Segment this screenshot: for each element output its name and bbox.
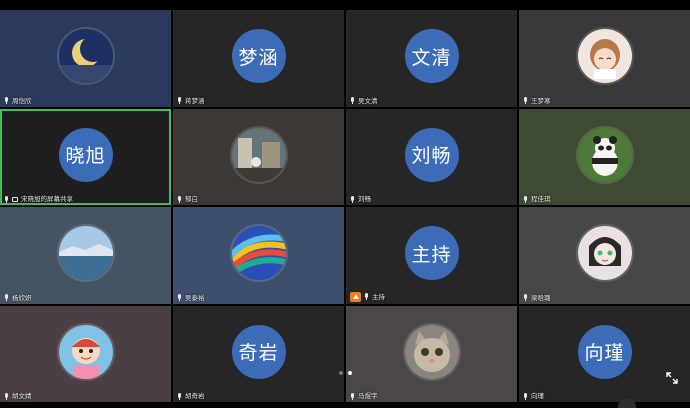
participant-name: 周恺欣 [12, 96, 32, 105]
fullscreen-icon[interactable] [666, 372, 678, 384]
participant-name: 向瑾 [531, 392, 544, 400]
participant-tile[interactable]: 梁晗璐 [519, 207, 690, 304]
video-grid: 周恺欣 梦涵 蒋梦涵 文清 吴文清 王梦寒 晓旭 宋晓旭的屏幕共享 郁白 刘畅 刘畅 程佳琪 杨欣妍 吴泰… [0, 10, 690, 402]
participant-tile[interactable]: 周恺欣 [0, 10, 171, 107]
microphone-icon [177, 195, 182, 203]
participant-tile[interactable]: 郁白 [173, 108, 344, 205]
participant-name: 王梦寒 [531, 96, 551, 105]
microphone-icon [523, 97, 528, 104]
microphone-icon [177, 392, 182, 400]
participant-name: 吴泰裕 [185, 293, 205, 302]
page-dot-1[interactable] [339, 371, 343, 375]
participant-tile[interactable]: 王梦寒 [519, 10, 690, 107]
participant-tile[interactable]: 程佳琪 [519, 108, 690, 205]
participant-label: 郁白 [177, 195, 198, 203]
microphone-icon [4, 97, 9, 104]
avatar-initials: 梦涵 [231, 29, 286, 84]
page-dot-2[interactable] [348, 371, 352, 375]
participant-tile[interactable]: 主持 主持 [346, 207, 517, 304]
participant-label: 胡文婧 [4, 392, 32, 400]
microphone-icon [350, 97, 355, 104]
participant-label: 程佳琪 [523, 195, 551, 203]
participant-tile[interactable]: 刘畅 刘畅 [346, 108, 517, 205]
avatar-initials: 主持 [404, 226, 459, 281]
participant-tile[interactable]: 晓旭宋晓旭的屏幕共享 [0, 108, 171, 205]
participant-label: 杨欣妍 [4, 294, 32, 302]
microphone-icon [177, 97, 182, 104]
microphone-icon [4, 392, 9, 400]
avatar-initials: 文清 [404, 29, 459, 84]
participant-name: 主持 [372, 292, 385, 301]
participant-label: 吴文清 [350, 97, 378, 105]
participant-label: 胡奇岩 [177, 392, 205, 400]
participant-name: 程佳琪 [531, 195, 551, 203]
participant-tile[interactable]: 胡文婧 [0, 305, 171, 402]
participant-tile[interactable]: 马煜宇 [346, 305, 517, 402]
avatar-image [229, 125, 288, 184]
participant-name: 蒋梦涵 [185, 96, 205, 105]
avatar-initials: 晓旭 [58, 127, 113, 182]
avatar-image [575, 125, 634, 184]
participant-tile[interactable]: 杨欣妍 [0, 207, 171, 304]
participant-name: 胡奇岩 [185, 392, 205, 400]
host-badge-icon [350, 291, 361, 302]
avatar-image [575, 27, 634, 86]
microphone-icon [364, 293, 369, 300]
microphone-icon [177, 294, 182, 301]
avatar-initials: 刘畅 [404, 127, 459, 182]
participant-name: 刘畅 [358, 195, 371, 203]
participant-name: 马煜宇 [358, 392, 378, 400]
screen-share-icon [12, 196, 18, 202]
avatar-image [402, 322, 461, 381]
participant-name: 杨欣妍 [12, 293, 32, 302]
participant-tile[interactable]: 吴泰裕 [173, 207, 344, 304]
participant-label: 主持 [350, 291, 385, 302]
participant-label: 宋晓旭的屏幕共享 [4, 195, 73, 203]
microphone-icon [4, 195, 9, 203]
participant-tile[interactable]: 奇岩胡奇岩 [173, 305, 344, 402]
avatar-image [575, 224, 634, 283]
participant-tile[interactable]: 向瑾 向瑾 [519, 305, 690, 402]
avatar-initials: 奇岩 [231, 324, 286, 379]
microphone-icon [523, 195, 528, 203]
microphone-icon [350, 195, 355, 203]
participant-label: 周恺欣 [4, 97, 32, 105]
avatar-image [229, 224, 288, 283]
avatar-initials: 向瑾 [577, 324, 632, 379]
participant-label: 向瑾 [523, 392, 544, 400]
participant-label: 马煜宇 [350, 392, 378, 400]
participant-name: 郁白 [185, 195, 198, 203]
participant-name: 胡文婧 [12, 392, 32, 400]
participant-tile[interactable]: 梦涵蒋梦涵 [173, 10, 344, 107]
participant-name: 宋晓旭的屏幕共享 [21, 195, 73, 203]
avatar-image [56, 322, 115, 381]
microphone-icon [350, 392, 355, 400]
avatar-image [56, 27, 115, 86]
participant-label: 王梦寒 [523, 97, 551, 105]
participant-label: 蒋梦涵 [177, 97, 205, 105]
participant-tile[interactable]: 文清吴文清 [346, 10, 517, 107]
microphone-icon [523, 294, 528, 301]
page-indicator[interactable] [339, 371, 352, 375]
participant-name: 吴文清 [358, 96, 378, 105]
microphone-icon [523, 392, 528, 400]
participant-label: 吴泰裕 [177, 294, 205, 302]
participant-name: 梁晗璐 [531, 293, 551, 302]
participant-label: 刘畅 [350, 195, 371, 203]
microphone-icon [4, 294, 9, 301]
participant-label: 梁晗璐 [523, 294, 551, 302]
avatar-image [56, 224, 115, 283]
